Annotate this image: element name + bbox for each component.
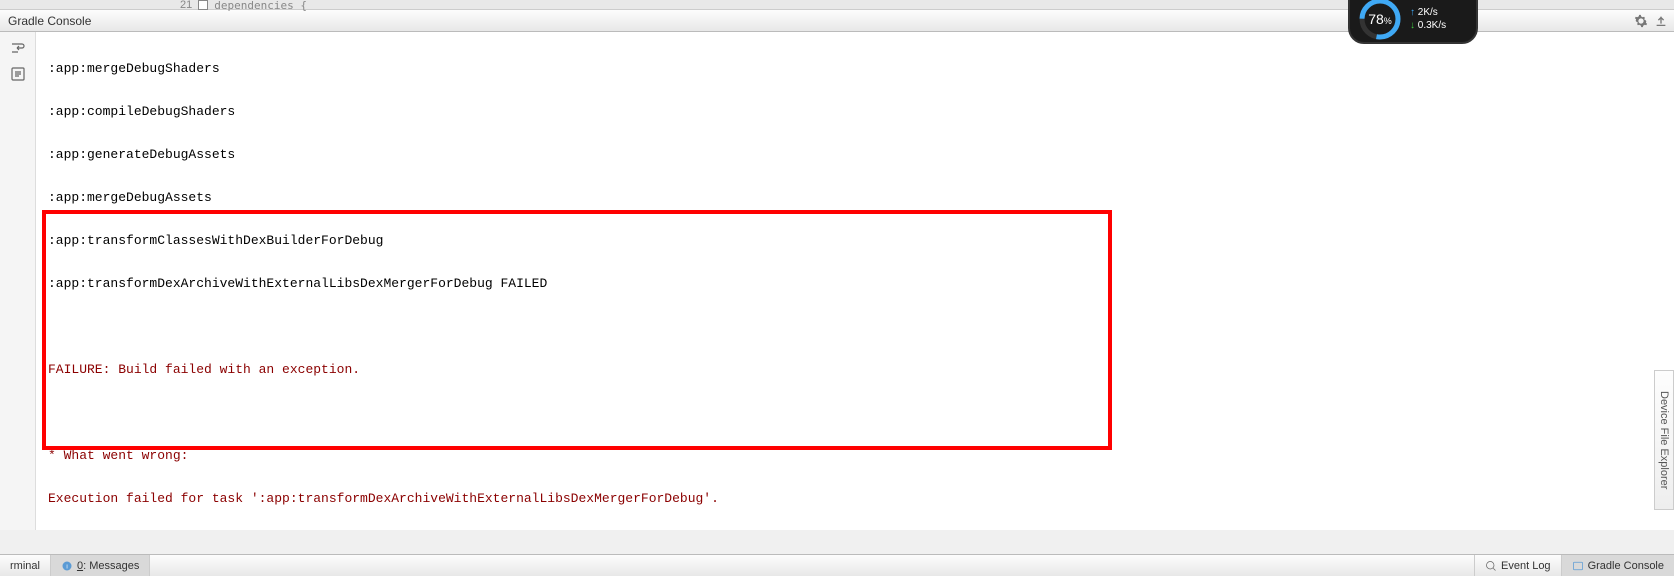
task-line: :app:transformClassesWithDexBuilderForDe…	[48, 230, 1662, 252]
download-speed: 0.3K/s	[1410, 20, 1446, 31]
failure-header: FAILURE: Build failed with an exception.	[48, 359, 1662, 381]
task-line: :app:mergeDebugShaders	[48, 58, 1662, 80]
console-area: :app:mergeDebugShaders :app:compileDebug…	[0, 32, 1674, 530]
task-line: :app:compileDebugShaders	[48, 101, 1662, 123]
event-log-button[interactable]: Event Log	[1474, 555, 1561, 576]
console-output[interactable]: :app:mergeDebugShaders :app:compileDebug…	[36, 32, 1674, 530]
tab-terminal[interactable]: rminal	[0, 555, 51, 576]
error-detail: Execution failed for task ':app:transfor…	[48, 488, 1662, 510]
scroll-end-icon[interactable]	[8, 64, 28, 84]
line-number: 21	[180, 0, 192, 11]
code-hint: dependencies {	[214, 0, 307, 12]
soft-wrap-icon[interactable]	[8, 38, 28, 58]
tab-messages[interactable]: i 0: Messages	[51, 555, 150, 576]
svg-text:i: i	[66, 564, 67, 570]
status-bar: rminal i 0: Messages Event Log Gradle Co…	[0, 554, 1674, 576]
collapse-icon[interactable]	[1654, 14, 1668, 28]
task-line: :app:transformDexArchiveWithExternalLibs…	[48, 273, 1662, 295]
upload-speed: 2K/s	[1410, 7, 1446, 18]
gear-icon[interactable]	[1634, 14, 1648, 28]
side-tab-device-explorer[interactable]: Device File Explorer	[1654, 370, 1674, 510]
checkbox-icon	[198, 0, 208, 10]
network-monitor-overlay: 78% 2K/s 0.3K/s	[1348, 0, 1478, 44]
blank-line	[48, 316, 1662, 338]
task-line: :app:mergeDebugAssets	[48, 187, 1662, 209]
task-line: :app:generateDebugAssets	[48, 144, 1662, 166]
blank-line	[48, 402, 1662, 424]
usage-donut: 78%	[1358, 0, 1402, 41]
what-went-wrong-header: * What went wrong:	[48, 445, 1662, 467]
gutter	[0, 32, 36, 530]
gradle-console-button[interactable]: Gradle Console	[1561, 555, 1674, 576]
